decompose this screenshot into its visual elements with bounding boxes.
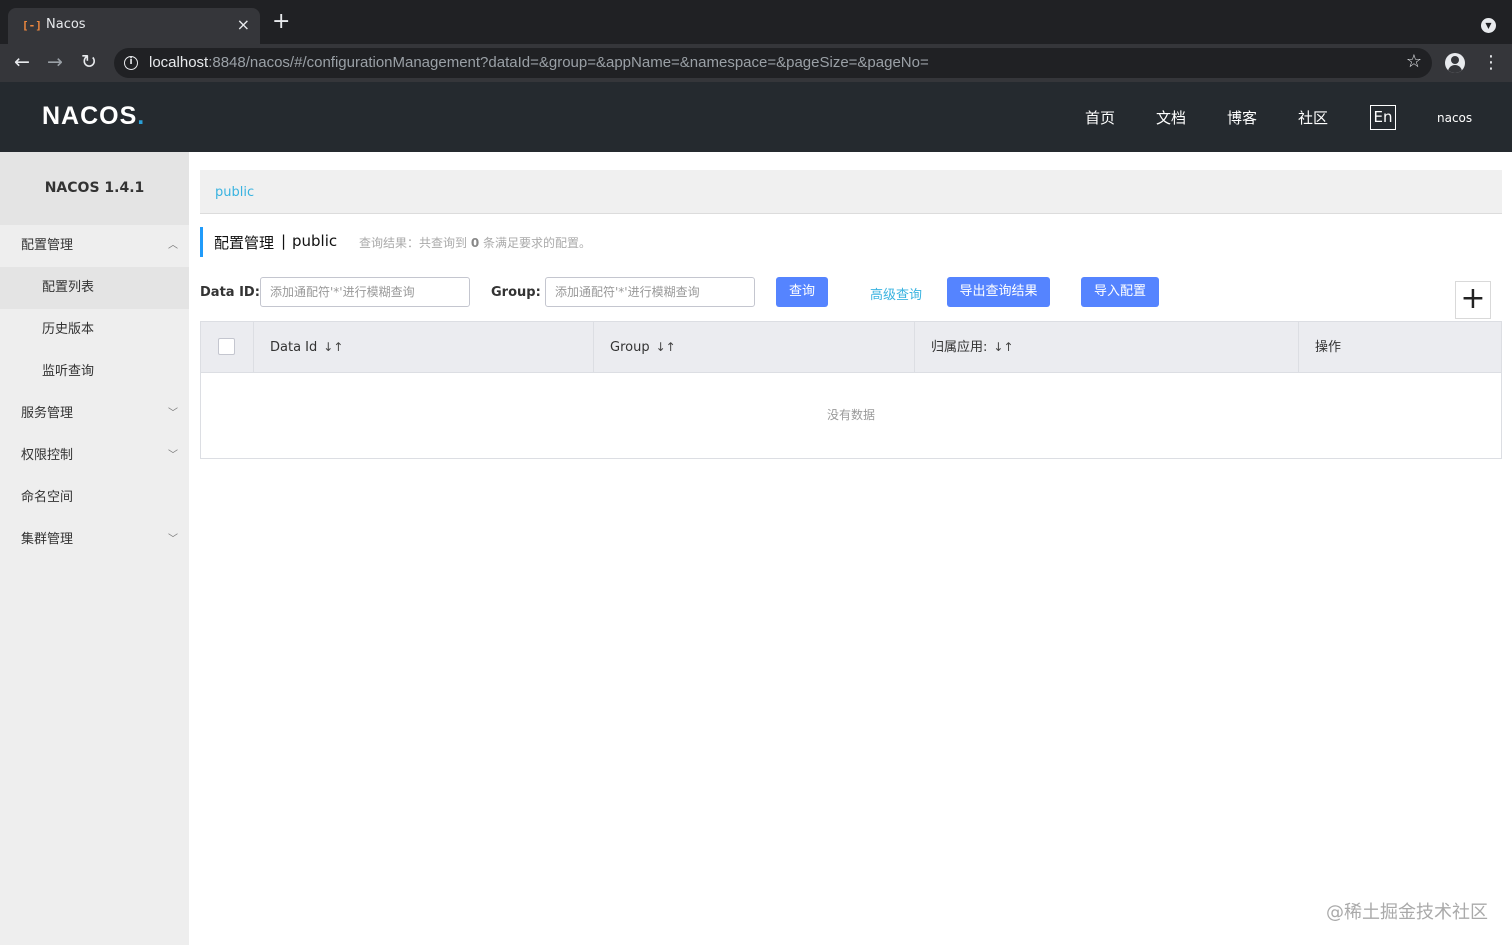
- new-tab-icon[interactable]: +: [272, 11, 290, 33]
- result-count: 0: [470, 236, 480, 250]
- query-result-summary: 查询结果：共查询到 0 条满足要求的配置。: [359, 234, 591, 251]
- column-actions: 操作: [1299, 322, 1501, 373]
- nacos-favicon-icon: [-]: [22, 19, 42, 32]
- nav-home[interactable]: 首页: [1085, 107, 1115, 128]
- sidebar-item-label: 监听查询: [42, 364, 95, 379]
- language-toggle-button[interactable]: En: [1370, 105, 1396, 130]
- sidebar-item-label: 配置列表: [42, 280, 95, 295]
- column-group[interactable]: Group ↓↑: [594, 322, 915, 373]
- data-id-label: Data ID:: [200, 285, 260, 300]
- add-config-button[interactable]: +: [1455, 281, 1491, 319]
- chevron-down-icon: ﹀: [168, 534, 178, 545]
- url-text[interactable]: localhost:8848/nacos/#/configurationMana…: [149, 54, 929, 71]
- tab-search-icon[interactable]: ▼: [1481, 18, 1496, 33]
- sidebar-version-title: NACOS 1.4.1: [0, 152, 189, 225]
- url-path: :8848/nacos/#/configurationManagement?da…: [208, 54, 929, 71]
- page-title-text: 配置管理: [214, 234, 275, 252]
- title-separator: |: [281, 232, 287, 250]
- nav-blog[interactable]: 博客: [1227, 107, 1257, 128]
- browser-menu-icon[interactable]: ⋮: [1482, 52, 1500, 73]
- group-input[interactable]: [545, 277, 755, 307]
- title-namespace: public: [292, 232, 338, 250]
- sidebar-item-label: 集群管理: [21, 532, 74, 547]
- config-table: Data Id ↓↑ Group ↓↑ 归属应用: ↓↑ 操作 没有数据: [200, 321, 1502, 459]
- sidebar: NACOS 1.4.1 配置管理 ︿ 配置列表 历史版本 监听查询 服务管理 ﹀…: [0, 152, 189, 945]
- column-label: 归属应用:: [931, 340, 988, 355]
- profile-avatar-icon[interactable]: [1445, 53, 1465, 73]
- sidebar-item-service-management[interactable]: 服务管理 ﹀: [0, 393, 189, 435]
- advanced-query-link[interactable]: 高级查询: [870, 284, 922, 303]
- logo-text: NACOS: [42, 102, 138, 130]
- nacos-logo[interactable]: NACOS.: [42, 102, 145, 131]
- result-suffix: 条满足要求的配置。: [483, 236, 592, 250]
- sidebar-item-label: 服务管理: [21, 406, 74, 421]
- sort-icon[interactable]: ↓↑: [656, 340, 676, 354]
- sidebar-item-listener-query[interactable]: 监听查询: [0, 351, 189, 393]
- data-id-input[interactable]: [260, 277, 470, 307]
- browser-tab[interactable]: [-] Nacos ×: [8, 8, 260, 44]
- sidebar-item-access-control[interactable]: 权限控制 ﹀: [0, 435, 189, 477]
- namespace-link-public[interactable]: public: [215, 185, 254, 200]
- forward-arrow-icon[interactable]: →: [47, 51, 63, 73]
- app-header: NACOS. 首页 文档 博客 社区 En nacos: [0, 82, 1512, 152]
- sidebar-item-cluster-management[interactable]: 集群管理 ﹀: [0, 519, 189, 561]
- nav-docs[interactable]: 文档: [1156, 107, 1186, 128]
- close-tab-icon[interactable]: ×: [237, 15, 250, 34]
- sidebar-item-label: 命名空间: [21, 490, 74, 505]
- namespace-bar: public: [200, 170, 1502, 214]
- empty-table-message: 没有数据: [826, 408, 875, 422]
- sidebar-item-label: 历史版本: [42, 322, 95, 337]
- result-prefix: 查询结果：共查询到: [359, 236, 468, 250]
- chevron-up-icon: ︿: [168, 240, 178, 251]
- column-label: 操作: [1315, 340, 1342, 355]
- chevron-down-icon: ﹀: [168, 450, 178, 461]
- sidebar-item-namespace[interactable]: 命名空间: [0, 477, 189, 519]
- select-all-checkbox[interactable]: [218, 338, 235, 355]
- back-arrow-icon[interactable]: ←: [14, 51, 30, 73]
- address-bar-row: ← → ↻ i localhost:8848/nacos/#/configura…: [0, 44, 1512, 82]
- import-config-button[interactable]: 导入配置: [1081, 277, 1159, 307]
- sidebar-item-label: 权限控制: [21, 448, 74, 463]
- query-button[interactable]: 查询: [776, 277, 828, 307]
- chevron-down-icon: ﹀: [168, 408, 178, 419]
- reload-icon[interactable]: ↻: [81, 51, 97, 73]
- logo-dot: .: [137, 102, 146, 130]
- sort-icon[interactable]: ↓↑: [993, 340, 1013, 354]
- tab-title: Nacos: [46, 17, 86, 32]
- select-all-cell: [201, 322, 254, 373]
- bookmark-star-icon[interactable]: ☆: [1406, 51, 1422, 72]
- user-menu[interactable]: nacos: [1437, 111, 1472, 125]
- column-data-id[interactable]: Data Id ↓↑: [254, 322, 594, 373]
- site-info-icon[interactable]: i: [124, 56, 138, 70]
- watermark: @稀土掘金技术社区: [1326, 902, 1488, 923]
- sidebar-item-config-management[interactable]: 配置管理 ︿: [0, 225, 189, 267]
- table-header: Data Id ↓↑ Group ↓↑ 归属应用: ↓↑ 操作: [201, 322, 1501, 373]
- url-bar[interactable]: i localhost:8848/nacos/#/configurationMa…: [114, 48, 1432, 78]
- nav-community[interactable]: 社区: [1298, 107, 1328, 128]
- sidebar-item-label: 配置管理: [21, 238, 74, 253]
- sort-icon[interactable]: ↓↑: [323, 340, 343, 354]
- column-label: Data Id: [270, 340, 318, 355]
- column-label: Group: [610, 340, 650, 355]
- url-host: localhost: [149, 54, 209, 71]
- sidebar-item-history[interactable]: 历史版本: [0, 309, 189, 351]
- page-title: 配置管理 | public 查询结果：共查询到 0 条满足要求的配置。: [200, 227, 591, 257]
- export-results-button[interactable]: 导出查询结果: [947, 277, 1050, 307]
- group-label: Group:: [491, 285, 541, 300]
- sidebar-item-config-list[interactable]: 配置列表: [0, 267, 189, 309]
- column-app[interactable]: 归属应用: ↓↑: [915, 322, 1299, 373]
- browser-tab-strip: [-] Nacos × + ▼: [0, 0, 1512, 44]
